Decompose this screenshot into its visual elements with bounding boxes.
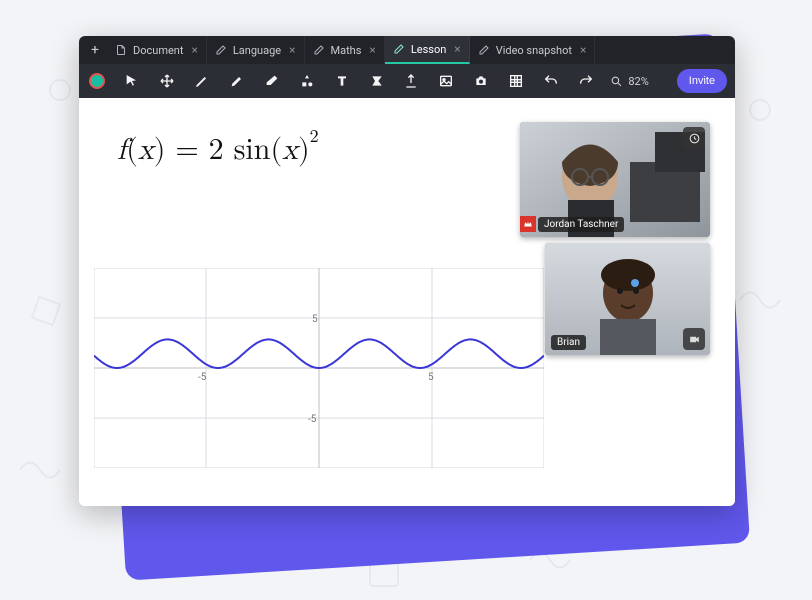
add-tab-button[interactable]: + bbox=[83, 36, 107, 64]
tab-lesson[interactable]: Lesson × bbox=[385, 36, 470, 64]
select-tool[interactable] bbox=[122, 70, 143, 92]
close-icon[interactable]: × bbox=[580, 43, 586, 57]
xtick-neg: -5 bbox=[198, 372, 207, 383]
xtick-pos: 5 bbox=[428, 372, 434, 383]
tab-maths[interactable]: Maths × bbox=[305, 36, 385, 64]
host-crown-icon bbox=[520, 216, 536, 232]
move-tool[interactable] bbox=[157, 70, 178, 92]
edit-icon bbox=[215, 44, 227, 56]
zoom-control[interactable]: 82% bbox=[610, 75, 648, 88]
edit-icon bbox=[313, 44, 325, 56]
tab-label: Lesson bbox=[411, 43, 446, 56]
zoom-label: 82% bbox=[628, 75, 648, 88]
tab-document[interactable]: Document × bbox=[107, 36, 207, 64]
video-name-label: Jordan Taschner bbox=[538, 217, 624, 232]
undo-button[interactable] bbox=[541, 70, 562, 92]
text-tool[interactable] bbox=[331, 70, 352, 92]
redo-button[interactable] bbox=[575, 70, 596, 92]
equation-display: f(x) = 2 sin(x)2 bbox=[117, 132, 319, 168]
video-settings-icon[interactable] bbox=[683, 127, 705, 149]
tab-video-snapshot[interactable]: Video snapshot × bbox=[470, 36, 596, 64]
camera-toggle-icon[interactable] bbox=[683, 328, 705, 350]
toolbar: 82% Invite bbox=[79, 64, 735, 98]
video-name-label: Brian bbox=[551, 335, 586, 350]
record-button[interactable] bbox=[87, 70, 108, 92]
close-icon[interactable]: × bbox=[191, 43, 197, 57]
image-tool[interactable] bbox=[436, 70, 457, 92]
tab-label: Language bbox=[233, 44, 281, 57]
equation-tool[interactable] bbox=[366, 70, 387, 92]
tab-label: Video snapshot bbox=[496, 44, 572, 57]
upload-tool[interactable] bbox=[401, 70, 422, 92]
highlighter-tool[interactable] bbox=[227, 70, 248, 92]
file-icon bbox=[115, 44, 127, 56]
tab-label: Maths bbox=[331, 44, 362, 57]
close-icon[interactable]: × bbox=[369, 43, 375, 57]
tab-strip: + Document × Language × Maths × bbox=[79, 36, 735, 64]
invite-button[interactable]: Invite bbox=[677, 69, 727, 93]
ytick-neg: -5 bbox=[308, 414, 317, 425]
close-icon[interactable]: × bbox=[454, 42, 460, 56]
edit-icon bbox=[393, 43, 405, 55]
shapes-tool[interactable] bbox=[296, 70, 317, 92]
video-tile-guest[interactable]: Brian bbox=[545, 243, 710, 355]
function-plot: 5 -5 5 -5 bbox=[94, 268, 544, 468]
grid-tool[interactable] bbox=[506, 70, 527, 92]
edit-icon bbox=[478, 44, 490, 56]
close-icon[interactable]: × bbox=[289, 43, 295, 57]
whiteboard-canvas[interactable]: f(x) = 2 sin(x)2 5 -5 5 -5 bbox=[79, 98, 735, 506]
pen-tool[interactable] bbox=[192, 70, 213, 92]
tab-label: Document bbox=[133, 44, 183, 57]
eraser-tool[interactable] bbox=[261, 70, 282, 92]
camera-tool[interactable] bbox=[471, 70, 492, 92]
tab-language[interactable]: Language × bbox=[207, 36, 305, 64]
app-window: + Document × Language × Maths × bbox=[79, 36, 735, 506]
ytick-pos: 5 bbox=[312, 314, 318, 325]
search-icon bbox=[610, 75, 623, 88]
video-tile-host[interactable]: Jordan Taschner bbox=[520, 122, 710, 237]
